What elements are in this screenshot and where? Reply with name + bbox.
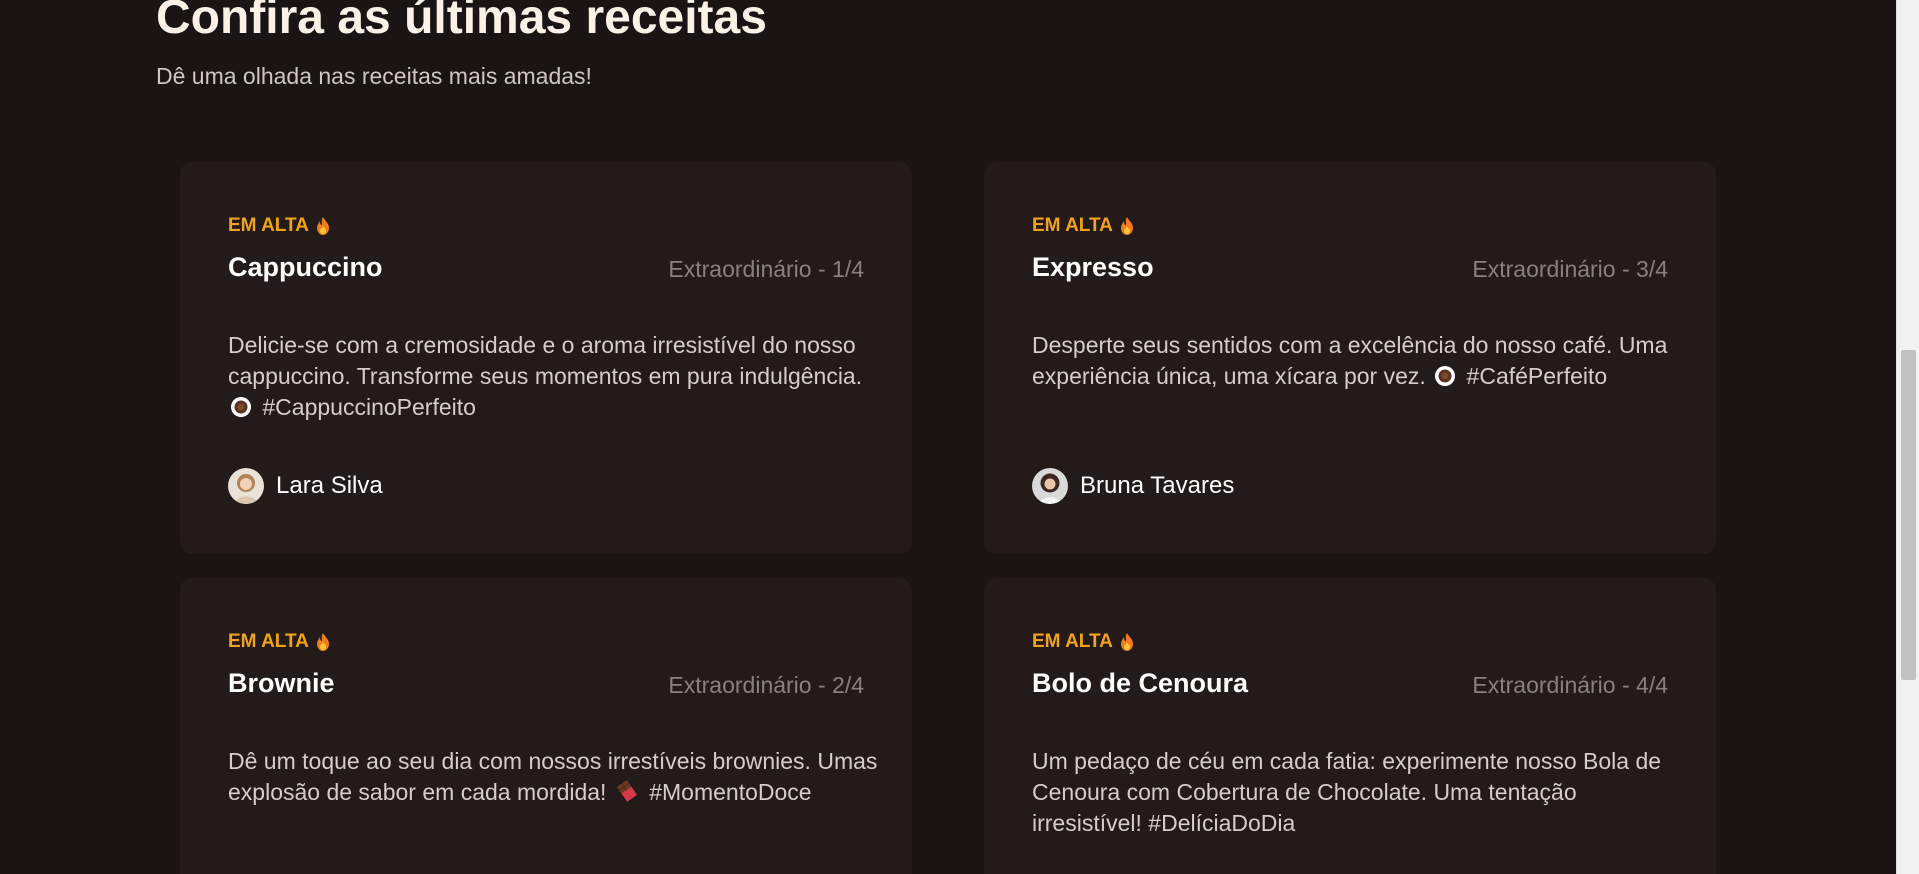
badge-label: EM ALTA <box>228 215 309 236</box>
author[interactable]: Lara Silva <box>228 468 383 504</box>
recipe-rating: Extraordinário - 1/4 <box>668 256 864 282</box>
hashtag[interactable]: #MomentoDoce <box>649 779 811 805</box>
hashtag[interactable]: #DelíciaDoDia <box>1148 810 1295 836</box>
avatar <box>1032 468 1068 504</box>
recipe-card-brownie[interactable]: EM ALTA Brownie Extraordinário - 2/4 Dê … <box>180 578 912 874</box>
flame-icon <box>316 217 329 235</box>
coffee-cup-icon <box>231 397 251 417</box>
recipe-description: Um pedaço de céu em cada fatia: experime… <box>1032 746 1682 839</box>
coffee-cup-icon <box>1435 366 1456 386</box>
author-name: Bruna Tavares <box>1080 472 1235 499</box>
recipe-card-expresso[interactable]: EM ALTA Expresso Extraordinário - 3/4 De… <box>984 162 1716 554</box>
badge-label: EM ALTA <box>1032 215 1113 236</box>
chocolate-bar-icon <box>617 780 637 802</box>
badge-label: EM ALTA <box>228 631 309 652</box>
trending-badge: EM ALTA <box>228 214 331 238</box>
scrollbar[interactable] <box>1896 0 1919 874</box>
recipe-card-cappuccino[interactable]: EM ALTA Cappuccino Extraordinário - 1/4 … <box>180 162 912 554</box>
recipe-title[interactable]: Bolo de Cenoura <box>1032 666 1248 700</box>
trending-badge: EM ALTA <box>1032 214 1135 238</box>
trending-badge: EM ALTA <box>1032 630 1135 654</box>
recipe-title[interactable]: Cappuccino <box>228 250 383 284</box>
description-text: Um pedaço de céu em cada fatia: experime… <box>1032 748 1662 836</box>
flame-icon <box>1120 633 1133 651</box>
scrollbar-thumb[interactable] <box>1901 350 1916 680</box>
recipe-title[interactable]: Brownie <box>228 666 335 700</box>
flame-icon <box>316 633 329 651</box>
recipe-card-bolo-de-cenoura[interactable]: EM ALTA Bolo de Cenoura Extraordinário -… <box>984 578 1716 874</box>
flame-icon <box>1120 217 1133 235</box>
author-name: Lara Silva <box>276 472 383 499</box>
section-subtitle: Dê uma olhada nas receitas mais amadas! <box>156 63 592 89</box>
recipe-rating: Extraordinário - 3/4 <box>1472 256 1668 282</box>
recipe-description: Delicie-se com a cremosidade e o aroma i… <box>228 330 878 423</box>
section-title: Confira as últimas receitas <box>156 0 767 44</box>
hashtag[interactable]: #CaféPerfeito <box>1467 363 1608 389</box>
avatar <box>228 468 264 504</box>
recipe-description: Desperte seus sentidos com a excelência … <box>1032 330 1682 392</box>
recipe-rating: Extraordinário - 2/4 <box>668 672 864 698</box>
recipe-rating: Extraordinário - 4/4 <box>1472 672 1668 698</box>
recipe-title[interactable]: Expresso <box>1032 250 1154 284</box>
description-text: Delicie-se com a cremosidade e o aroma i… <box>228 332 863 389</box>
badge-label: EM ALTA <box>1032 631 1113 652</box>
recipe-description: Dê um toque ao seu dia com nossos irrest… <box>228 746 878 808</box>
author[interactable]: Bruna Tavares <box>1032 468 1234 504</box>
page: Confira as últimas receitas Dê uma olhad… <box>0 0 1919 874</box>
trending-badge: EM ALTA <box>228 630 331 654</box>
hashtag[interactable]: #CappuccinoPerfeito <box>262 394 476 420</box>
